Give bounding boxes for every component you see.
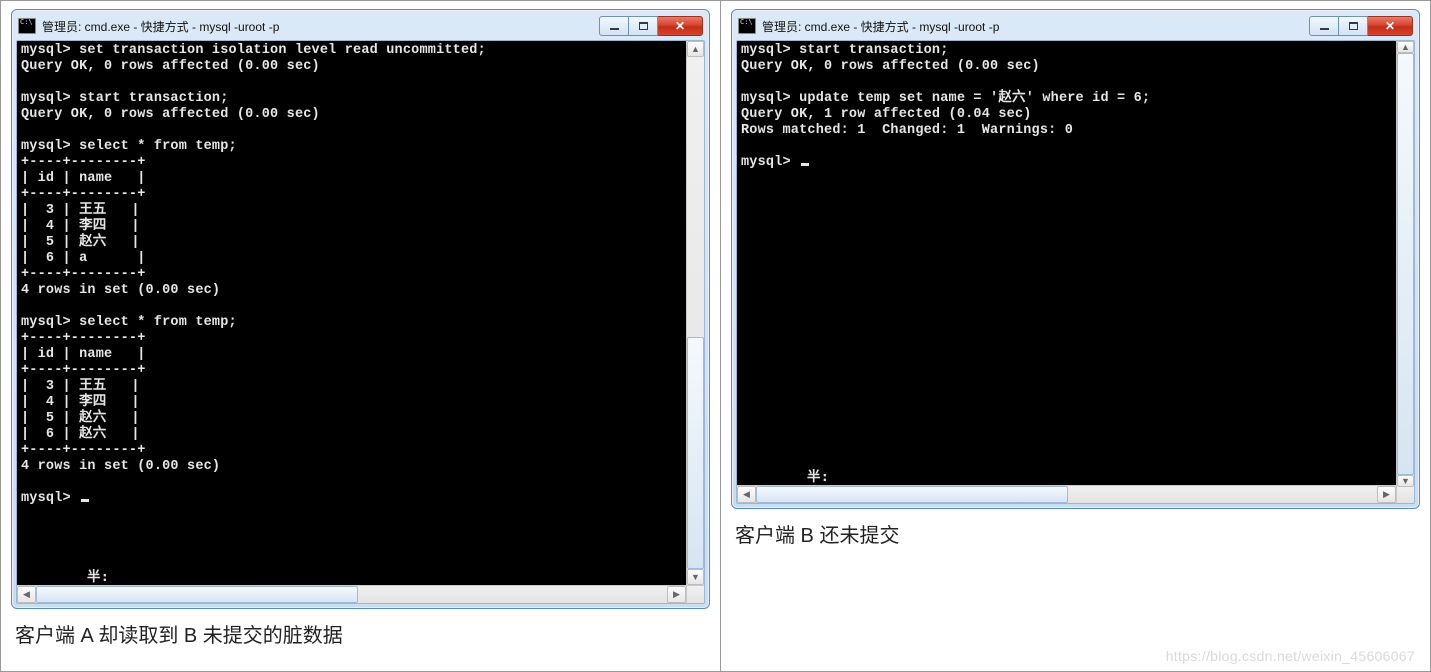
resize-grip[interactable] xyxy=(686,585,704,603)
close-icon: ✕ xyxy=(675,20,685,32)
terminal-line: +----+--------+ xyxy=(21,155,146,170)
scroll-up-button[interactable]: ▲ xyxy=(1397,41,1414,53)
ime-status: 半: xyxy=(807,469,829,485)
resize-grip[interactable] xyxy=(1396,485,1414,503)
window-buttons-a: ✕ xyxy=(599,16,703,36)
minimize-icon xyxy=(1320,28,1329,30)
cmd-icon xyxy=(738,18,756,34)
terminal-a[interactable]: mysql> set transaction isolation level r… xyxy=(17,41,704,585)
cell-client-b: 管理员: cmd.exe - 快捷方式 - mysql -uroot -p ✕ … xyxy=(721,1,1430,671)
caption-b: 客户端 B 还未提交 xyxy=(731,509,1420,552)
vertical-scrollbar-b[interactable]: ▲ ▼ xyxy=(1396,41,1414,485)
maximize-icon xyxy=(639,22,648,30)
close-icon: ✕ xyxy=(1385,20,1395,32)
scroll-thumb[interactable] xyxy=(687,337,704,569)
window-title-b: 管理员: cmd.exe - 快捷方式 - mysql -uroot -p xyxy=(762,18,1309,35)
minimize-button[interactable] xyxy=(599,16,629,36)
terminal-line: | 3 | 王五 | xyxy=(21,379,140,394)
client-area-b: mysql> start transaction; Query OK, 0 ro… xyxy=(736,40,1415,504)
minimize-icon xyxy=(610,28,619,30)
terminal-line: 4 rows in set (0.00 sec) xyxy=(21,459,220,474)
terminal-line: | 3 | 王五 | xyxy=(21,203,140,218)
scroll-down-button[interactable]: ▼ xyxy=(1397,475,1414,487)
scroll-right-button[interactable]: ▶ xyxy=(667,586,686,603)
layout-grid: 管理员: cmd.exe - 快捷方式 - mysql -uroot -p ✕ … xyxy=(0,0,1431,672)
cursor xyxy=(801,163,809,166)
caption-a: 客户端 A 却读取到 B 未提交的脏数据 xyxy=(11,609,710,652)
terminal-line: Query OK, 0 rows affected (0.00 sec) xyxy=(21,107,320,122)
horizontal-scrollbar-a[interactable]: ◀ ▶ xyxy=(17,585,686,603)
terminal-line: +----+--------+ xyxy=(21,267,146,282)
hscroll-track[interactable] xyxy=(1068,486,1377,503)
ime-status: 半: xyxy=(87,569,109,585)
hscroll-thumb[interactable] xyxy=(36,586,358,603)
terminal-line: Query OK, 1 row affected (0.04 sec) xyxy=(741,107,1032,122)
vertical-scrollbar-a[interactable]: ▲ ▼ xyxy=(686,41,704,585)
cmd-window-b: 管理员: cmd.exe - 快捷方式 - mysql -uroot -p ✕ … xyxy=(731,9,1420,509)
cmd-window-a: 管理员: cmd.exe - 快捷方式 - mysql -uroot -p ✕ … xyxy=(11,9,710,609)
cmd-icon xyxy=(18,18,36,34)
terminal-line: | 5 | 赵六 | xyxy=(21,411,140,426)
terminal-line: mysql> select * from temp; xyxy=(21,139,237,154)
close-button[interactable]: ✕ xyxy=(1368,16,1413,36)
terminal-line: +----+--------+ xyxy=(21,443,146,458)
terminal-line: Query OK, 0 rows affected (0.00 sec) xyxy=(21,59,320,74)
terminal-line: mysql> xyxy=(741,155,799,170)
window-title-a: 管理员: cmd.exe - 快捷方式 - mysql -uroot -p xyxy=(42,18,599,35)
terminal-line: | id | name | xyxy=(21,171,146,186)
terminal-line: 4 rows in set (0.00 sec) xyxy=(21,283,220,298)
maximize-button[interactable] xyxy=(1339,16,1368,36)
scroll-down-button[interactable]: ▼ xyxy=(687,569,704,585)
titlebar-a[interactable]: 管理员: cmd.exe - 快捷方式 - mysql -uroot -p ✕ xyxy=(16,14,705,40)
minimize-button[interactable] xyxy=(1309,16,1339,36)
scroll-up-button[interactable]: ▲ xyxy=(687,41,704,57)
terminal-line: mysql> start transaction; xyxy=(741,43,949,58)
terminal-line: +----+--------+ xyxy=(21,331,146,346)
scroll-thumb[interactable] xyxy=(1397,53,1414,475)
window-buttons-b: ✕ xyxy=(1309,16,1413,36)
terminal-line: +----+--------+ xyxy=(21,363,146,378)
terminal-b[interactable]: mysql> start transaction; Query OK, 0 ro… xyxy=(737,41,1414,485)
titlebar-b[interactable]: 管理员: cmd.exe - 快捷方式 - mysql -uroot -p ✕ xyxy=(736,14,1415,40)
terminal-line: | id | name | xyxy=(21,347,146,362)
terminal-line: mysql> update temp set name = '赵六' where… xyxy=(741,91,1150,106)
maximize-icon xyxy=(1349,22,1358,30)
terminal-line: mysql> select * from temp; xyxy=(21,315,237,330)
terminal-line: | 6 | 赵六 | xyxy=(21,427,140,442)
maximize-button[interactable] xyxy=(629,16,658,36)
hscroll-track[interactable] xyxy=(358,586,667,603)
terminal-line: | 5 | 赵六 | xyxy=(21,235,140,250)
hscroll-thumb[interactable] xyxy=(756,486,1068,503)
scroll-track-top[interactable] xyxy=(687,57,704,337)
terminal-line: mysql> set transaction isolation level r… xyxy=(21,43,486,58)
terminal-line: mysql> start transaction; xyxy=(21,91,229,106)
client-area-a: mysql> set transaction isolation level r… xyxy=(16,40,705,604)
close-button[interactable]: ✕ xyxy=(658,16,703,36)
cursor xyxy=(81,499,89,502)
terminal-line: | 4 | 李四 | xyxy=(21,395,140,410)
terminal-line: | 4 | 李四 | xyxy=(21,219,140,234)
terminal-line: Rows matched: 1 Changed: 1 Warnings: 0 xyxy=(741,123,1073,138)
scroll-right-button[interactable]: ▶ xyxy=(1377,486,1396,503)
scroll-left-button[interactable]: ◀ xyxy=(737,486,756,503)
cell-client-a: 管理员: cmd.exe - 快捷方式 - mysql -uroot -p ✕ … xyxy=(1,1,721,671)
horizontal-scrollbar-b[interactable]: ◀ ▶ xyxy=(737,485,1396,503)
terminal-line: +----+--------+ xyxy=(21,187,146,202)
terminal-line: Query OK, 0 rows affected (0.00 sec) xyxy=(741,59,1040,74)
terminal-line: mysql> xyxy=(21,491,79,506)
terminal-line: | 6 | a | xyxy=(21,251,146,266)
scroll-left-button[interactable]: ◀ xyxy=(17,586,36,603)
